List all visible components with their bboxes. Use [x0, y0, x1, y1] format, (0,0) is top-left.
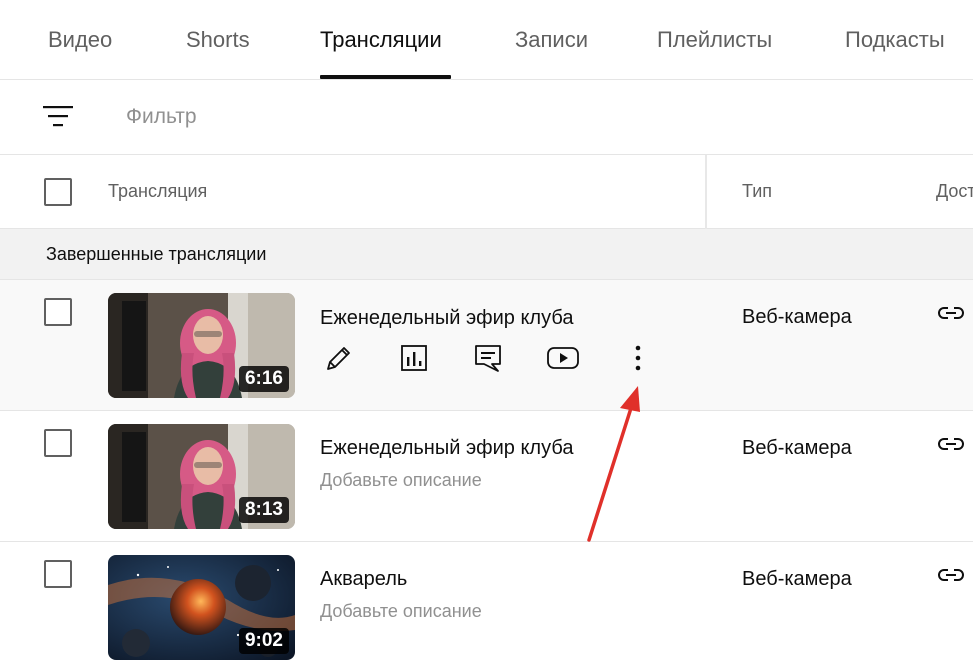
- pencil-icon[interactable]: [321, 340, 357, 376]
- tab-video[interactable]: Видео: [48, 27, 112, 53]
- channel-content-tabs: Видео Shorts Трансляции Записи Плейлисты…: [0, 0, 973, 80]
- row-actions: [320, 340, 660, 376]
- tab-records[interactable]: Записи: [515, 27, 588, 53]
- section-title: Завершенные трансляции: [46, 244, 267, 264]
- header-access[interactable]: Дост: [936, 181, 973, 202]
- video-type: Веб-камера: [742, 568, 852, 590]
- more-vert-icon[interactable]: [620, 340, 656, 376]
- link-icon[interactable]: [937, 305, 965, 321]
- video-title[interactable]: Еженедельный эфир клуба: [320, 437, 573, 460]
- table-row[interactable]: 6:16 Еженедельный эфир клуба Веб-камера: [0, 280, 973, 411]
- tab-shorts[interactable]: Shorts: [186, 27, 250, 53]
- row-checkbox[interactable]: [44, 560, 72, 588]
- row-checkbox[interactable]: [44, 429, 72, 457]
- video-title[interactable]: Еженедельный эфир клуба: [320, 307, 573, 330]
- tab-podcasts[interactable]: Подкасты: [845, 27, 945, 53]
- video-thumbnail[interactable]: 9:02: [108, 555, 295, 660]
- filter-input[interactable]: Фильтр: [126, 105, 197, 129]
- comments-icon[interactable]: [470, 340, 506, 376]
- filter-icon[interactable]: [42, 102, 74, 130]
- video-duration: 9:02: [238, 628, 289, 654]
- video-description[interactable]: Добавьте описание: [320, 470, 482, 491]
- select-all-checkbox[interactable]: [44, 178, 72, 206]
- tab-playlists[interactable]: Плейлисты: [657, 27, 772, 53]
- table-row[interactable]: 9:02 Акварель Добавьте описание Веб-каме…: [0, 542, 973, 670]
- table-row[interactable]: 8:13 Еженедельный эфир клуба Добавьте оп…: [0, 411, 973, 542]
- column-divider: [705, 155, 707, 229]
- analytics-icon[interactable]: [396, 340, 432, 376]
- active-tab-indicator: [320, 75, 451, 79]
- video-description[interactable]: Добавьте описание: [320, 601, 482, 622]
- video-title[interactable]: Акварель: [320, 568, 407, 591]
- link-icon[interactable]: [937, 567, 965, 583]
- tab-live[interactable]: Трансляции: [320, 27, 442, 53]
- link-icon[interactable]: [937, 436, 965, 452]
- video-duration: 6:16: [238, 366, 289, 392]
- header-broadcast[interactable]: Трансляция: [108, 181, 207, 202]
- section-completed: Завершенные трансляции: [0, 229, 973, 280]
- video-thumbnail[interactable]: 8:13: [108, 424, 295, 529]
- filter-bar: Фильтр: [0, 80, 973, 155]
- video-type: Веб-камера: [742, 437, 852, 459]
- table-header: Трансляция Тип Дост: [0, 155, 973, 229]
- video-duration: 8:13: [238, 497, 289, 523]
- youtube-play-icon[interactable]: [545, 340, 581, 376]
- row-checkbox[interactable]: [44, 298, 72, 326]
- header-type[interactable]: Тип: [742, 181, 772, 202]
- video-thumbnail[interactable]: 6:16: [108, 293, 295, 398]
- video-type: Веб-камера: [742, 306, 852, 328]
